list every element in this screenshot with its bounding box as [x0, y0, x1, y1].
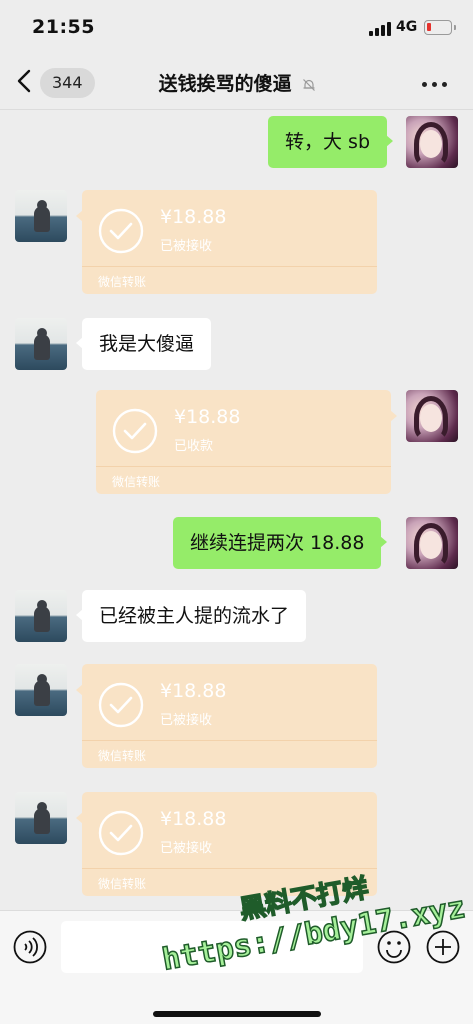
my-avatar[interactable] — [406, 116, 458, 168]
plus-icon[interactable] — [426, 930, 460, 964]
card-divider — [96, 466, 391, 467]
my-avatar[interactable] — [406, 517, 458, 569]
transfer-status: 已被接收 — [160, 713, 213, 728]
voice-icon[interactable] — [13, 930, 47, 964]
check-circle-icon — [98, 208, 144, 254]
contact-avatar[interactable] — [15, 590, 67, 642]
transfer-footer: 微信转账 — [98, 877, 147, 891]
transfer-status: 已收款 — [174, 439, 214, 454]
transfer-card[interactable]: ¥18.88 已被接收 微信转账 — [76, 792, 377, 896]
transfer-card[interactable]: ¥18.88 已被接收 微信转账 — [76, 190, 377, 294]
mute-bell-icon — [303, 78, 316, 91]
my-avatar[interactable] — [406, 390, 458, 442]
card-divider — [82, 266, 377, 267]
transfer-card[interactable]: ¥18.88 已收款 微信转账 — [96, 390, 397, 494]
message-bubble-received[interactable]: 我是大傻逼 — [75, 318, 212, 370]
unread-count-badge[interactable]: 344 — [40, 68, 95, 98]
chat-header: 344 送钱挨骂的傻逼 — [0, 56, 473, 110]
message-bubble-sent[interactable]: 转，大 sb — [268, 116, 393, 168]
transfer-status: 已被接收 — [160, 239, 213, 254]
contact-avatar[interactable] — [15, 318, 67, 370]
card-divider — [82, 740, 377, 741]
contact-avatar[interactable] — [15, 792, 67, 844]
message-bubble-received[interactable]: 已经被主人提的流水了 — [75, 590, 307, 642]
check-circle-icon — [98, 810, 144, 856]
contact-avatar[interactable] — [15, 190, 67, 242]
chat-title-wrap: 送钱挨骂的傻逼 — [120, 69, 355, 96]
more-dots-icon[interactable] — [422, 82, 448, 88]
cell-signal-icon — [369, 22, 391, 36]
chat-title: 送钱挨骂的傻逼 — [158, 73, 292, 95]
input-bar — [0, 910, 473, 1024]
check-circle-icon — [112, 408, 158, 454]
transfer-footer: 微信转账 — [112, 475, 161, 489]
emoji-icon[interactable] — [377, 930, 411, 964]
status-bar: 21:55 4G — [0, 0, 473, 56]
check-circle-icon — [98, 682, 144, 728]
network-type: 4G — [396, 19, 418, 35]
transfer-footer: 微信转账 — [98, 275, 147, 289]
card-divider — [82, 868, 377, 869]
message-input[interactable] — [61, 921, 363, 973]
status-time: 21:55 — [32, 16, 95, 38]
transfer-footer: 微信转账 — [98, 749, 147, 763]
battery-icon — [424, 20, 456, 35]
home-indicator — [153, 1011, 321, 1017]
back-chevron-icon[interactable] — [14, 68, 36, 94]
message-bubble-sent[interactable]: 继续连提两次 18.88 — [173, 517, 388, 569]
transfer-amount: ¥18.88 — [160, 808, 227, 830]
transfer-amount: ¥18.88 — [174, 406, 241, 428]
transfer-status: 已被接收 — [160, 841, 213, 856]
transfer-amount: ¥18.88 — [160, 206, 227, 228]
contact-avatar[interactable] — [15, 664, 67, 716]
transfer-amount: ¥18.88 — [160, 680, 227, 702]
transfer-card[interactable]: ¥18.88 已被接收 微信转账 — [76, 664, 377, 768]
